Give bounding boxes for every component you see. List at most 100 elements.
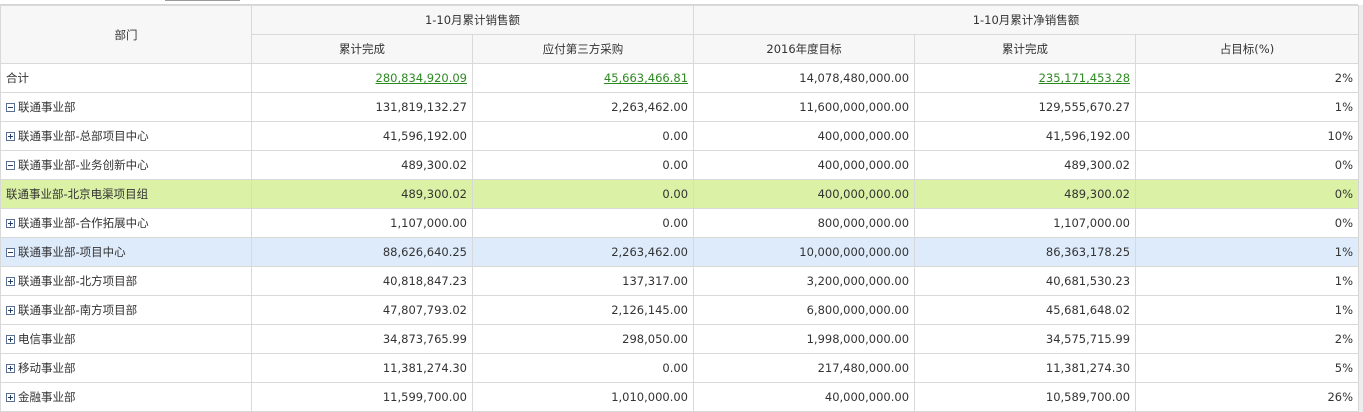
table-row[interactable]: 联通事业部-项目中心 88,626,640.25 2,263,462.00 10,00… [0, 237, 1360, 267]
department-cell: 联通事业部-北方项目部 [0, 266, 252, 296]
table-row[interactable]: 联通事业部-合作拓展中心 1,107,000.00 0.00 800,000,000.… [0, 208, 1360, 238]
cumulative-sales-cell: 11,599,700.00 [251, 382, 473, 412]
cumulative-net-cell: 40,681,530.23 [914, 266, 1137, 296]
cumulative-sales-cell: 11,381,274.30 [251, 353, 473, 383]
third-party-payable-cell: 2,126,145.00 [471, 295, 695, 325]
expand-icon[interactable] [6, 393, 15, 402]
column-header-2016-target[interactable]: 2016年度目标 [693, 34, 916, 64]
expand-icon[interactable] [6, 219, 15, 228]
third-party-payable-cell: 0.00 [471, 179, 695, 209]
table-row[interactable]: 金融事业部 11,599,700.00 1,010,000.00 40,000,000… [0, 382, 1360, 412]
cumulative-net-cell: 489,300.02 [914, 179, 1137, 209]
collapse-icon[interactable] [6, 161, 15, 170]
target-percent-cell: 1% [1135, 295, 1360, 325]
department-cell: 联通事业部-南方项目部 [0, 295, 252, 325]
cumulative-sales-cell: 489,300.02 [251, 179, 473, 209]
expand-icon[interactable] [6, 364, 15, 373]
sales-report-table: 部门 1-10月累计销售额 1-10月累计净销售额 累计完成 应付第三方采购 2… [0, 5, 1360, 412]
cumulative-sales-cell: 88,626,640.25 [251, 237, 473, 267]
cumulative-sales-cell: 131,819,132.27 [251, 92, 473, 122]
cumulative-net-cell: 489,300.02 [914, 150, 1137, 180]
collapse-icon[interactable] [6, 248, 15, 257]
target-percent-cell: 0% [1135, 150, 1360, 180]
collapse-icon[interactable] [6, 103, 15, 112]
target-percent-cell: 10% [1135, 121, 1360, 151]
expand-icon[interactable] [6, 132, 15, 141]
table-row[interactable]: 联通事业部-北方项目部 40,818,847.23 137,317.00 3,200,… [0, 266, 1360, 296]
third-party-payable-cell: 2,263,462.00 [471, 237, 695, 267]
tab-edge [165, 0, 240, 1]
target-cell: 14,078,480,000.00 [693, 63, 916, 93]
department-label: 联通事业部-合作拓展中心 [18, 216, 149, 230]
third-party-payable-cell: 0.00 [471, 208, 695, 238]
column-header-target-percent[interactable]: 占目标(%) [1135, 34, 1360, 64]
department-cell: 电信事业部 [0, 324, 252, 354]
department-cell: 合计 [0, 63, 252, 93]
target-cell: 400,000,000.00 [693, 179, 916, 209]
department-label: 移动事业部 [18, 361, 76, 375]
department-cell: 金融事业部 [0, 382, 252, 412]
third-party-payable-cell: 45,663,466.81 [471, 63, 695, 93]
third-party-payable-link[interactable]: 45,663,466.81 [604, 71, 688, 85]
target-cell: 6,800,000,000.00 [693, 295, 916, 325]
third-party-payable-cell: 0.00 [471, 121, 695, 151]
target-percent-cell: 2% [1135, 63, 1360, 93]
cumulative-sales-link[interactable]: 280,834,920.09 [376, 71, 467, 85]
expand-icon[interactable] [6, 306, 15, 315]
table-row[interactable]: 电信事业部 34,873,765.99 298,050.00 1,998,000,00… [0, 324, 1360, 354]
department-label: 联通事业部-项目中心 [18, 245, 126, 259]
department-cell: 联通事业部-项目中心 [0, 237, 252, 267]
expand-icon[interactable] [6, 277, 15, 286]
column-group-sales: 1-10月累计销售额 [250, 5, 695, 35]
department-label: 联通事业部-总部项目中心 [18, 129, 149, 143]
table-body: 合计 280,834,920.09 45,663,466.81 14,078,480,… [0, 63, 1360, 412]
department-label: 金融事业部 [18, 390, 76, 404]
department-label: 联通事业部-业务创新中心 [18, 158, 149, 172]
cumulative-net-link[interactable]: 235,171,453.28 [1039, 71, 1130, 85]
cumulative-net-cell: 11,381,274.30 [914, 353, 1137, 383]
target-percent-cell: 1% [1135, 266, 1360, 296]
department-label: 联通事业部-南方项目部 [18, 303, 138, 317]
department-cell: 联通事业部 [0, 92, 252, 122]
cumulative-net-cell: 45,681,648.02 [914, 295, 1137, 325]
table-row[interactable]: 联通事业部-总部项目中心 41,596,192.00 0.00 400,000,000… [0, 121, 1360, 151]
cumulative-net-cell: 129,555,670.27 [914, 92, 1137, 122]
table-row[interactable]: 联通事业部-北京电渠项目组 489,300.02 0.00 400,000,000.0… [0, 179, 1360, 209]
column-group-net-sales: 1-10月累计净销售额 [693, 5, 1360, 35]
department-cell: 移动事业部 [0, 353, 252, 383]
vertical-scrollbar[interactable] [1358, 5, 1363, 412]
target-cell: 3,200,000,000.00 [693, 266, 916, 296]
column-header-cumulative-net[interactable]: 累计完成 [914, 34, 1137, 64]
third-party-payable-cell: 0.00 [471, 353, 695, 383]
target-cell: 11,600,000,000.00 [693, 92, 916, 122]
target-cell: 1,998,000,000.00 [693, 324, 916, 354]
cumulative-net-cell: 1,107,000.00 [914, 208, 1137, 238]
target-cell: 217,480,000.00 [693, 353, 916, 383]
column-header-cumulative-sales[interactable]: 累计完成 [251, 34, 473, 64]
cumulative-net-cell: 10,589,700.00 [914, 382, 1137, 412]
target-cell: 10,000,000,000.00 [693, 237, 916, 267]
table-row[interactable]: 联通事业部-业务创新中心 489,300.02 0.00 400,000,000.00… [0, 150, 1360, 180]
table-row[interactable]: 联通事业部 131,819,132.27 2,263,462.00 11,600,00… [0, 92, 1360, 122]
table-header: 部门 1-10月累计销售额 1-10月累计净销售额 累计完成 应付第三方采购 2… [0, 5, 1360, 64]
target-cell: 40,000,000.00 [693, 382, 916, 412]
target-percent-cell: 26% [1135, 382, 1360, 412]
department-cell: 联通事业部-合作拓展中心 [0, 208, 252, 238]
target-cell: 400,000,000.00 [693, 150, 916, 180]
expand-icon[interactable] [6, 335, 15, 344]
table-row[interactable]: 移动事业部 11,381,274.30 0.00 217,480,000.00 11,3… [0, 353, 1360, 383]
department-cell: 联通事业部-业务创新中心 [0, 150, 252, 180]
department-label: 联通事业部 [18, 100, 76, 114]
table-row[interactable]: 合计 280,834,920.09 45,663,466.81 14,078,480,… [0, 63, 1360, 93]
third-party-payable-cell: 2,263,462.00 [471, 92, 695, 122]
third-party-payable-cell: 0.00 [471, 150, 695, 180]
target-cell: 800,000,000.00 [693, 208, 916, 238]
table-row[interactable]: 联通事业部-南方项目部 47,807,793.02 2,126,145.00 6,80… [0, 295, 1360, 325]
third-party-payable-cell: 137,317.00 [471, 266, 695, 296]
column-header-department[interactable]: 部门 [0, 5, 252, 64]
cumulative-sales-cell: 47,807,793.02 [251, 295, 473, 325]
target-percent-cell: 1% [1135, 92, 1360, 122]
cumulative-sales-cell: 41,596,192.00 [251, 121, 473, 151]
column-header-third-party-payable[interactable]: 应付第三方采购 [471, 34, 695, 64]
department-label: 电信事业部 [18, 332, 76, 346]
